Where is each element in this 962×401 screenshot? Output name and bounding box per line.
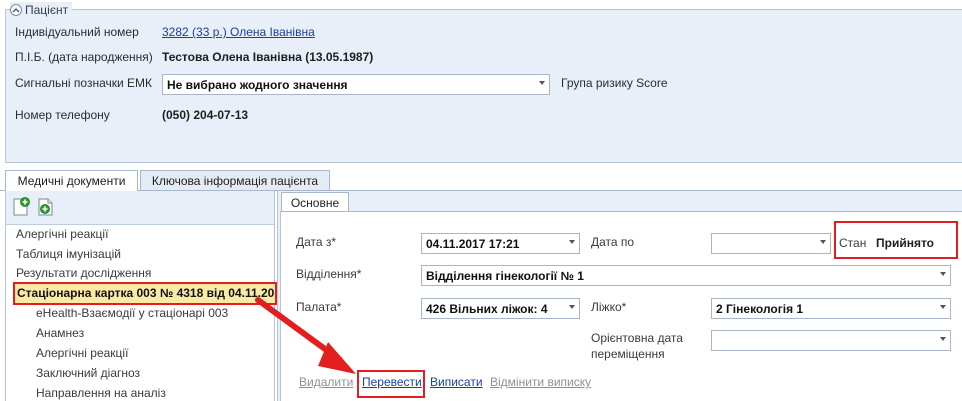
add-document-icon[interactable] [11, 197, 31, 217]
tree-item-analysis-referral[interactable]: Направлення на аналіз [36, 386, 166, 400]
chevron-down-icon [569, 240, 575, 244]
highlight-status [834, 221, 958, 259]
discharge-link[interactable]: Виписати [430, 375, 483, 389]
tree-item-ehealth[interactable]: eHealth-Взаємодії у стаціонарі 003 [36, 306, 228, 320]
ward-select[interactable]: 426 Вільних ліжок: 4 [421, 298, 580, 319]
tab-main[interactable]: Основне [281, 192, 349, 212]
date-from-label: Дата з* [296, 235, 337, 249]
tree-item-anamnesis[interactable]: Анамнез [36, 326, 84, 340]
chevron-down-icon [940, 337, 946, 341]
annotation-arrow-icon [255, 297, 356, 374]
tree-item-allergies[interactable]: Алергічні реакції [16, 227, 108, 241]
chevron-down-icon [569, 305, 575, 309]
add-subdocument-icon[interactable] [36, 197, 56, 217]
department-select[interactable]: Відділення гінекології № 1 [421, 265, 951, 286]
chevron-down-icon [940, 272, 946, 276]
collapse-chevron-up-icon[interactable] [10, 4, 22, 16]
phone-label: Номер телефону [15, 108, 110, 122]
highlight-inpatient-card [13, 282, 277, 305]
tab-key-info[interactable]: Ключова інформація пацієнта [140, 170, 330, 190]
patient-phone: (050) 204-07-13 [162, 108, 249, 122]
signals-label: Сигнальні позначки ЕМК [15, 76, 153, 90]
patient-legend-label: Пацієнт [25, 3, 69, 17]
bed-select[interactable]: 2 Гінекологія 1 [711, 298, 951, 319]
id-label: Індивідуальний номер [15, 25, 139, 39]
tree-item-final-diagnosis[interactable]: Заключний діагноз [36, 366, 140, 380]
date-from-value: 04.11.2017 17:21 [426, 236, 520, 251]
department-label: Відділення* [296, 267, 362, 281]
bed-value: 2 Гінекологія 1 [716, 301, 804, 316]
risk-label: Група ризику Score [561, 76, 668, 90]
bed-label: Ліжко* [591, 300, 627, 314]
signals-select[interactable]: Не вибрано жодного значення [162, 74, 550, 95]
transfer-date-label-line1: Орієнтовна дата [591, 331, 683, 345]
date-from-input[interactable]: 04.11.2017 17:21 [421, 233, 580, 254]
date-to-input[interactable] [711, 233, 831, 254]
tab-key-info-label: Ключова інформація пацієнта [151, 173, 319, 188]
signals-value: Не вибрано жодного значення [167, 77, 348, 92]
patient-name: Тестова Олена Іванівна (13.05.1987) [162, 50, 374, 64]
chevron-down-icon [940, 305, 946, 309]
ward-value: 426 Вільних ліжок: 4 [426, 301, 548, 316]
date-to-label: Дата по [591, 235, 635, 249]
patient-id-link[interactable]: 3282 (33 р.) Олена Іванівна [162, 25, 315, 39]
transfer-date-label-line2: переміщення [591, 347, 665, 361]
transfer-date-input[interactable] [711, 330, 951, 351]
tab-main-label: Основне [290, 195, 340, 210]
tab-medical-documents-label: Медичні документи [17, 174, 126, 188]
tree-item-immunization[interactable]: Таблиця імунізацій [16, 247, 121, 261]
chevron-down-icon [820, 240, 826, 244]
department-value: Відділення гінекології № 1 [426, 268, 584, 283]
patient-legend: Пацієнт [10, 2, 73, 18]
tree-item-results[interactable]: Результати дослідження [16, 266, 151, 280]
tab-medical-documents[interactable]: Медичні документи [5, 170, 138, 191]
tree-item-allergies-sub[interactable]: Алергічні реакції [36, 346, 128, 360]
name-label: П.І.Б. (дата народження) [15, 50, 153, 64]
cancel-discharge-link[interactable]: Відмінити виписку [490, 375, 591, 389]
chevron-down-icon [539, 81, 545, 85]
